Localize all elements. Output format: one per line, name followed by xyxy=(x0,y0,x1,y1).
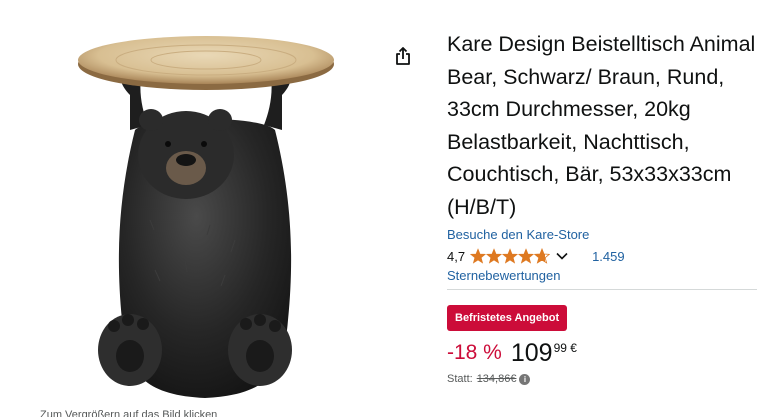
list-price-row: Statt: 134,86€ i xyxy=(447,373,767,385)
deal-badge: Befristetes Angebot xyxy=(447,305,568,331)
store-link[interactable]: Besuche den Kare-Store xyxy=(447,227,767,243)
rating-dropdown[interactable] xyxy=(556,252,568,260)
price-fraction: 99 € xyxy=(553,341,577,355)
divider xyxy=(447,289,757,290)
info-icon[interactable]: i xyxy=(519,373,531,385)
image-caption: Zum Vergrößern auf das Bild klicken xyxy=(40,409,218,417)
star-rating[interactable] xyxy=(470,248,550,264)
list-price: 134,86€ xyxy=(476,373,517,385)
price-whole: 109 xyxy=(510,339,553,367)
chevron-down-icon xyxy=(556,252,568,260)
rating-row: 4,7 1.459 xyxy=(447,247,767,265)
share-button[interactable] xyxy=(392,44,414,68)
share-icon xyxy=(396,47,410,65)
product-details: Kare Design Beistelltisch Animal Bear, S… xyxy=(447,28,767,385)
stars-icon xyxy=(470,248,550,264)
list-price-label: Statt: xyxy=(447,373,473,385)
discount-percent: -18 % xyxy=(447,341,502,364)
rating-value: 4,7 xyxy=(447,248,466,264)
ratings-label-link[interactable]: Sternebewertungen xyxy=(447,268,767,284)
rating-count-link[interactable]: 1.459 xyxy=(592,249,625,264)
product-image[interactable] xyxy=(60,20,350,410)
price-row: -18 % 109 99 € xyxy=(447,339,767,369)
product-title: Kare Design Beistelltisch Animal Bear, S… xyxy=(447,32,756,219)
